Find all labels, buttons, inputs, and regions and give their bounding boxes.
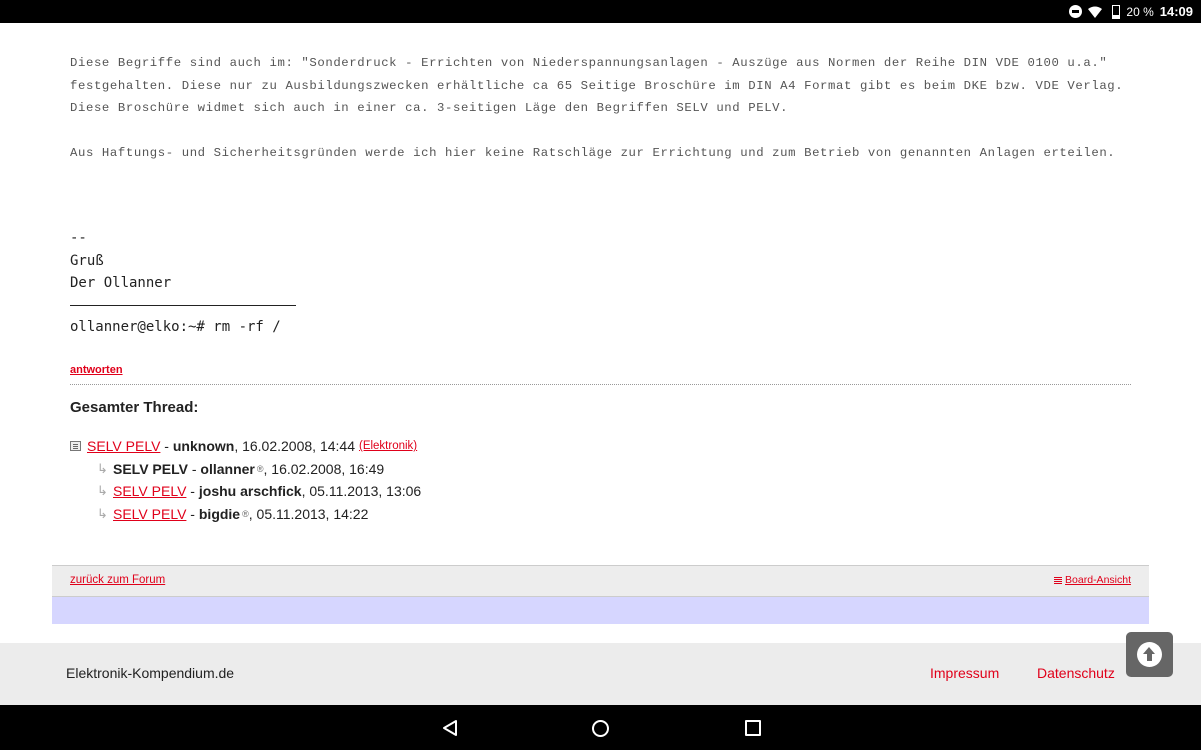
thread-reply-item: ↳ SELV PELV - bigdie ® , 05.11.2013, 14:… bbox=[70, 503, 421, 526]
board-nav-bar: zurück zum Forum Board-Ansicht bbox=[52, 565, 1149, 597]
signature: -- Gruß Der Ollanner ollanner@elko:~# rm… bbox=[70, 227, 296, 338]
thread-date: 05.11.2013, 14:22 bbox=[256, 505, 369, 522]
post-paragraph: Aus Haftungs- und Sicherheitsgründen wer… bbox=[70, 146, 1116, 160]
thread-subject-link[interactable]: SELV PELV bbox=[113, 504, 186, 524]
battery-icon bbox=[1112, 4, 1121, 19]
clock: 14:09 bbox=[1159, 4, 1193, 19]
thread-subject-link[interactable]: SELV PELV bbox=[113, 481, 186, 501]
site-name: Elektronik-Kompendium.de bbox=[66, 665, 235, 681]
signature-name: Der Ollanner bbox=[70, 275, 172, 291]
separator: , bbox=[248, 505, 257, 522]
thread-root-icon bbox=[70, 441, 81, 452]
separator: - bbox=[186, 505, 199, 522]
reply-arrow-icon: ↳ bbox=[97, 505, 108, 521]
thread-subject-current: SELV PELV bbox=[113, 460, 188, 477]
separator: - bbox=[160, 438, 173, 455]
separator: - bbox=[187, 460, 201, 477]
signature-dashes: -- bbox=[70, 230, 87, 246]
thread-reply-item: ↳ SELV PELV - ollanner ® , 16.02.2008, 1… bbox=[70, 458, 421, 481]
board-footer-band bbox=[52, 597, 1149, 624]
back-icon[interactable] bbox=[440, 718, 460, 738]
recent-apps-icon[interactable] bbox=[745, 720, 761, 736]
impressum-link[interactable]: Impressum bbox=[930, 665, 999, 681]
scroll-to-top-button[interactable] bbox=[1126, 632, 1173, 677]
battery-percentage: 20 % bbox=[1126, 4, 1154, 19]
thread-subject-link[interactable]: SELV PELV bbox=[87, 436, 160, 456]
thread-tree: SELV PELV - unknown , 16.02.2008, 14:44 … bbox=[70, 435, 421, 525]
arrow-up-icon bbox=[1137, 642, 1162, 667]
android-nav-bar bbox=[0, 705, 1201, 750]
divider bbox=[70, 384, 1131, 385]
signature-greeting: Gruß bbox=[70, 252, 104, 269]
status-icons: 20 % 14:09 bbox=[1069, 0, 1193, 23]
post-paragraph: Diese Begriffe sind auch im: "Sonderdruc… bbox=[70, 56, 1124, 115]
thread-author: bigdie bbox=[198, 505, 241, 522]
thread-author: ollanner bbox=[200, 460, 255, 477]
board-view-label: Board-Ansicht bbox=[1065, 574, 1131, 586]
thread-heading: Gesamter Thread: bbox=[70, 399, 199, 416]
dnd-icon bbox=[1069, 5, 1083, 18]
reply-arrow-icon: ↳ bbox=[97, 483, 108, 499]
home-icon[interactable] bbox=[592, 720, 609, 737]
board-list-icon bbox=[1054, 576, 1063, 584]
signature-rule bbox=[70, 297, 296, 306]
separator: , bbox=[263, 460, 272, 477]
registered-icon: ® bbox=[256, 463, 264, 474]
post-body: Diese Begriffe sind auch im: "Sonderdruc… bbox=[70, 52, 1140, 187]
reply-link[interactable]: antworten bbox=[70, 364, 123, 376]
site-footer: Elektronik-Kompendium.de Impressum Daten… bbox=[0, 643, 1201, 705]
signature-prompt: ollanner@elko:~# rm -rf / bbox=[70, 318, 281, 335]
wifi-icon bbox=[1088, 6, 1103, 18]
category-link[interactable]: (Elektronik) bbox=[359, 436, 417, 456]
thread-date: 16.02.2008, 16:49 bbox=[271, 460, 385, 477]
thread-date: 16.02.2008, 14:44 bbox=[242, 438, 355, 455]
thread-date: 05.11.2013, 13:06 bbox=[309, 483, 422, 500]
registered-icon: ® bbox=[242, 508, 249, 519]
status-bar: 20 % 14:09 bbox=[0, 0, 1201, 23]
separator: , bbox=[301, 483, 310, 500]
back-to-forum-link[interactable]: zurück zum Forum bbox=[70, 574, 165, 586]
reply-arrow-icon: ↳ bbox=[97, 460, 108, 476]
thread-root-item: SELV PELV - unknown , 16.02.2008, 14:44 … bbox=[70, 435, 421, 458]
board-view-link[interactable]: Board-Ansicht bbox=[1054, 574, 1131, 586]
separator: - bbox=[186, 483, 199, 500]
thread-author: unknown bbox=[172, 438, 235, 455]
separator: , bbox=[234, 438, 243, 455]
thread-author: joshu arschfick bbox=[198, 483, 302, 500]
thread-reply-item: ↳ SELV PELV - joshu arschfick , 05.11.20… bbox=[70, 480, 421, 503]
datenschutz-link[interactable]: Datenschutz bbox=[1037, 665, 1115, 681]
